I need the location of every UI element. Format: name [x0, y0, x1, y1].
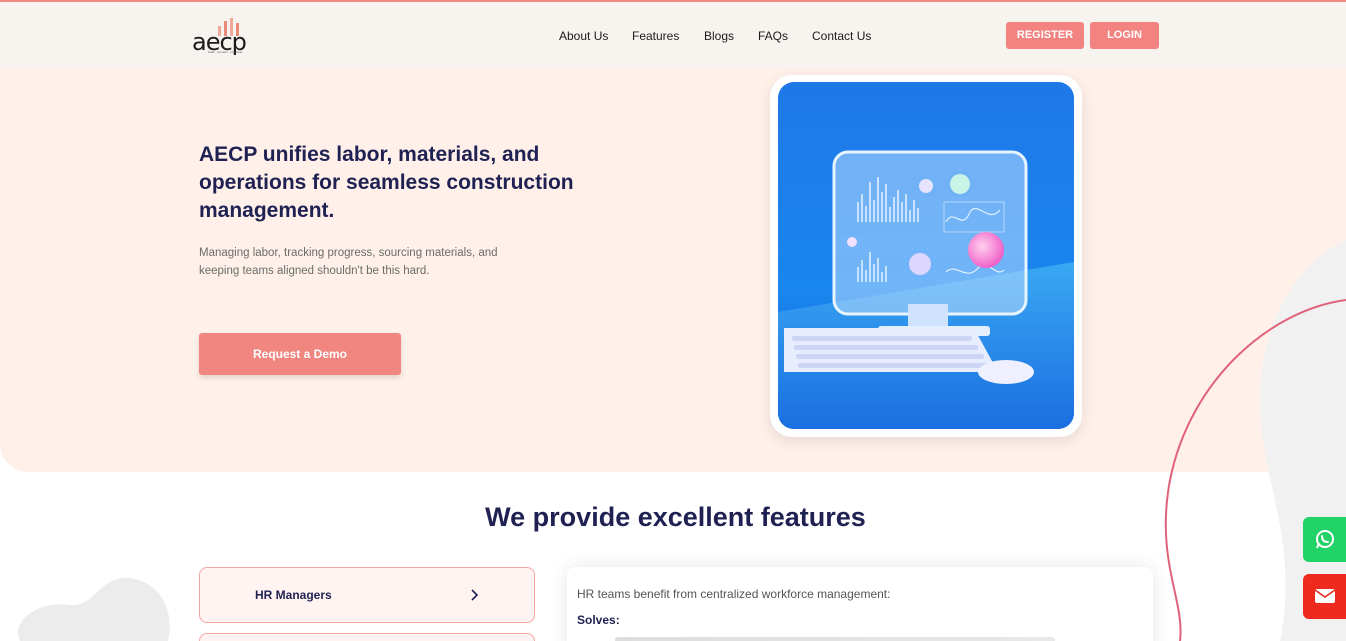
nav-item-contact-us[interactable]: Contact Us — [812, 29, 871, 43]
hero-image-card — [770, 75, 1082, 437]
site-header: aecp build · connect · empower About Us … — [0, 2, 1346, 68]
nav-item-about-us[interactable]: About Us — [559, 29, 608, 43]
mail-button[interactable] — [1303, 574, 1346, 619]
hero-subtitle: Managing labor, tracking progress, sourc… — [199, 247, 498, 277]
hero-computer-illustration — [778, 82, 1074, 429]
chevron-right-icon — [471, 589, 479, 601]
register-button[interactable]: REGISTER — [1006, 22, 1084, 49]
hero-title: AECP unifies labor, materials, and opera… — [199, 143, 574, 222]
login-button[interactable]: LOGIN — [1090, 22, 1159, 49]
feature-detail-cut-off-line — [615, 637, 1055, 641]
logo-tagline: build · connect · empower — [208, 50, 243, 54]
feature-detail-solves-heading: Solves: — [577, 613, 620, 627]
decorative-blob — [18, 577, 170, 641]
feature-detail-intro: HR teams benefit from centralized workfo… — [577, 587, 891, 601]
feature-tab-next[interactable] — [199, 633, 535, 641]
whatsapp-icon — [1316, 530, 1334, 549]
feature-tab-hr-managers[interactable]: HR Managers — [199, 567, 535, 623]
request-demo-button[interactable]: Request a Demo — [199, 333, 401, 375]
whatsapp-button[interactable] — [1303, 517, 1346, 562]
nav-item-blogs[interactable]: Blogs — [704, 29, 734, 43]
nav-item-features[interactable]: Features — [632, 29, 679, 43]
nav-item-faqs[interactable]: FAQs — [758, 29, 788, 43]
features-section-title: We provide excellent features — [485, 502, 866, 532]
feature-tab-label: HR Managers — [255, 588, 332, 602]
aecp-logo[interactable]: aecp build · connect · empower — [192, 16, 262, 58]
mail-icon — [1314, 589, 1336, 603]
feature-detail-panel: HR teams benefit from centralized workfo… — [567, 567, 1153, 641]
